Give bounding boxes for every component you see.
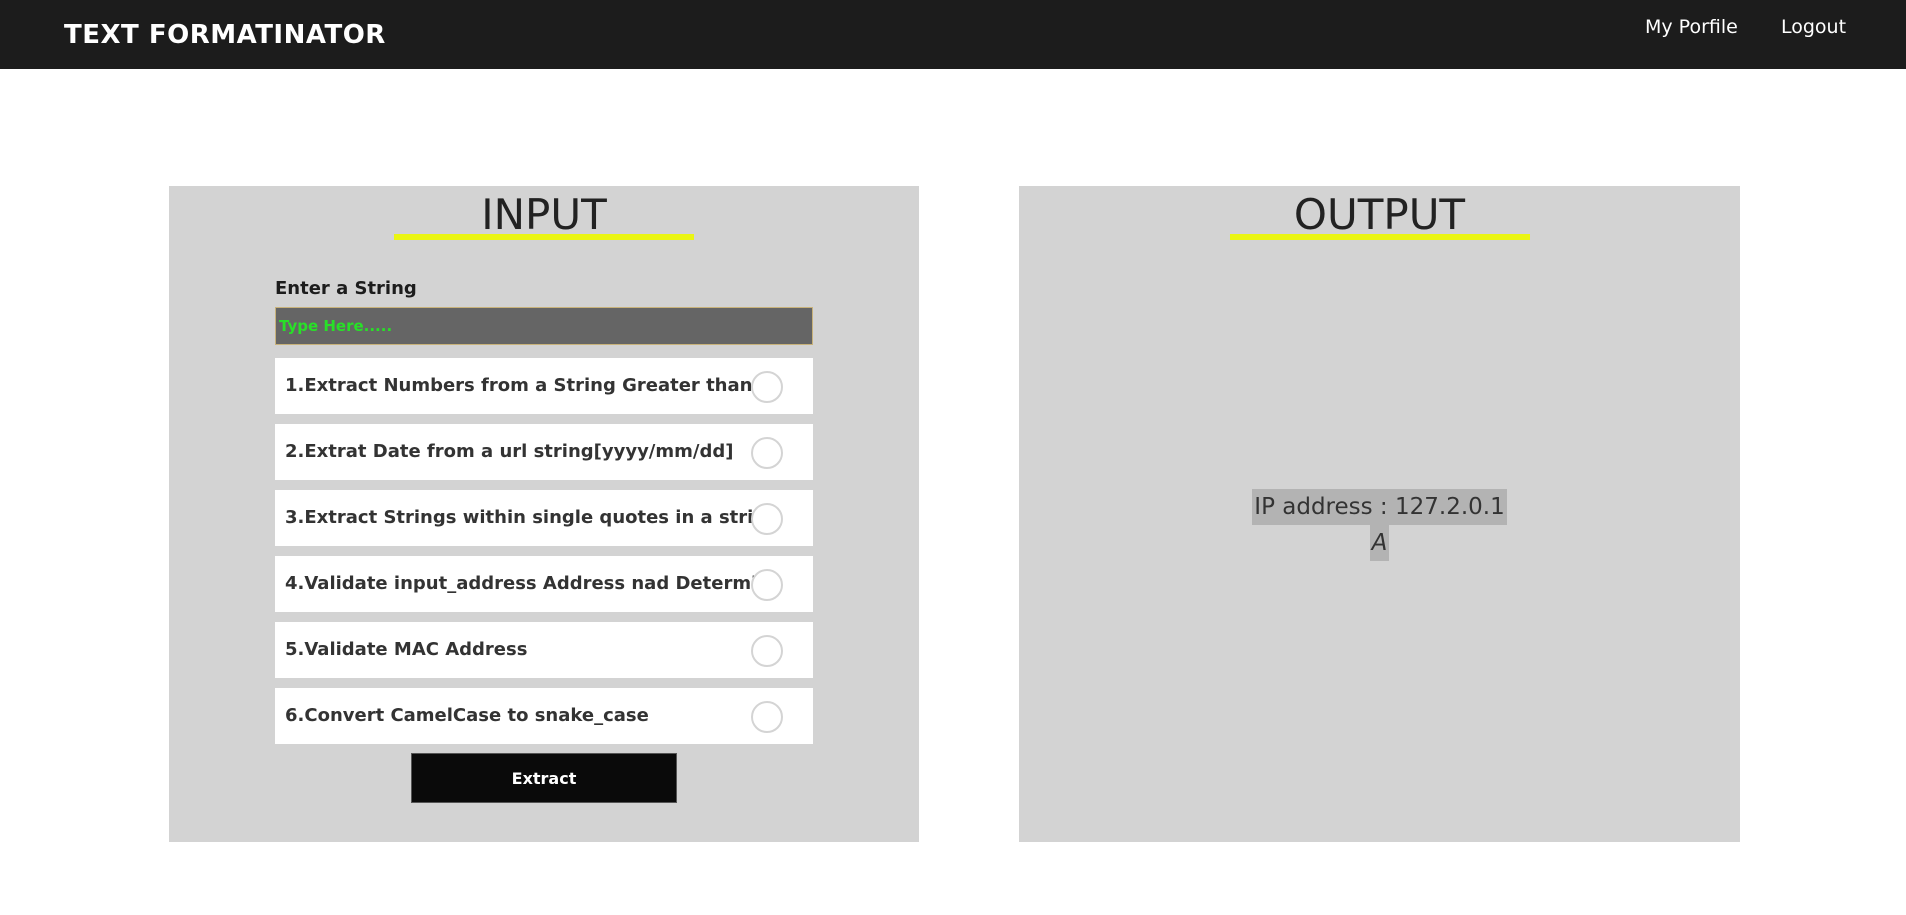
option-radio[interactable] bbox=[751, 701, 783, 733]
option-label: 2.Extrat Date from a url string[yyyy/mm/… bbox=[285, 441, 734, 462]
option-radio[interactable] bbox=[751, 371, 783, 403]
input-panel-title: INPUT bbox=[481, 190, 607, 239]
option-extract-numbers[interactable]: 1.Extract Numbers from a String Greater … bbox=[275, 358, 813, 414]
extract-button[interactable]: Extract bbox=[411, 753, 677, 803]
output-line-class: A bbox=[1369, 525, 1390, 561]
output-line-ip: IP address : 127.2.0.1 bbox=[1252, 489, 1507, 525]
option-camelcase-to-snake[interactable]: 6.Convert CamelCase to snake_case bbox=[275, 688, 813, 744]
option-label: 4.Validate input_address Address nad Det… bbox=[285, 573, 755, 594]
top-navbar: TEXT FORMATINATOR My Porfile Logout bbox=[0, 0, 1906, 69]
input-panel: INPUT Enter a String 1.Extract Numbers f… bbox=[169, 186, 919, 842]
output-panel: OUTPUT IP address : 127.2.0.1 A bbox=[1019, 186, 1740, 842]
option-label: 3.Extract Strings within single quotes i… bbox=[285, 507, 755, 528]
option-extract-quoted-strings[interactable]: 3.Extract Strings within single quotes i… bbox=[275, 490, 813, 546]
option-validate-mac-address[interactable]: 5.Validate MAC Address bbox=[275, 622, 813, 678]
app-brand[interactable]: TEXT FORMATINATOR bbox=[64, 20, 386, 50]
option-validate-ip-address[interactable]: 4.Validate input_address Address nad Det… bbox=[275, 556, 813, 612]
option-label: 1.Extract Numbers from a String Greater … bbox=[285, 375, 755, 396]
option-radio[interactable] bbox=[751, 635, 783, 667]
option-extract-date[interactable]: 2.Extrat Date from a url string[yyyy/mm/… bbox=[275, 424, 813, 480]
output-result: IP address : 127.2.0.1 A bbox=[1019, 489, 1740, 561]
option-radio[interactable] bbox=[751, 503, 783, 535]
string-input[interactable] bbox=[275, 307, 813, 345]
output-panel-title: OUTPUT bbox=[1293, 190, 1466, 239]
string-field-label: Enter a String bbox=[275, 278, 417, 299]
option-label: 5.Validate MAC Address bbox=[285, 639, 528, 660]
option-label: 6.Convert CamelCase to snake_case bbox=[285, 705, 649, 726]
option-radio[interactable] bbox=[751, 569, 783, 601]
input-title-underline bbox=[394, 234, 694, 240]
nav-logout-link[interactable]: Logout bbox=[1781, 16, 1846, 38]
output-title-underline bbox=[1230, 234, 1530, 240]
option-radio[interactable] bbox=[751, 437, 783, 469]
nav-my-profile-link[interactable]: My Porfile bbox=[1645, 16, 1738, 38]
